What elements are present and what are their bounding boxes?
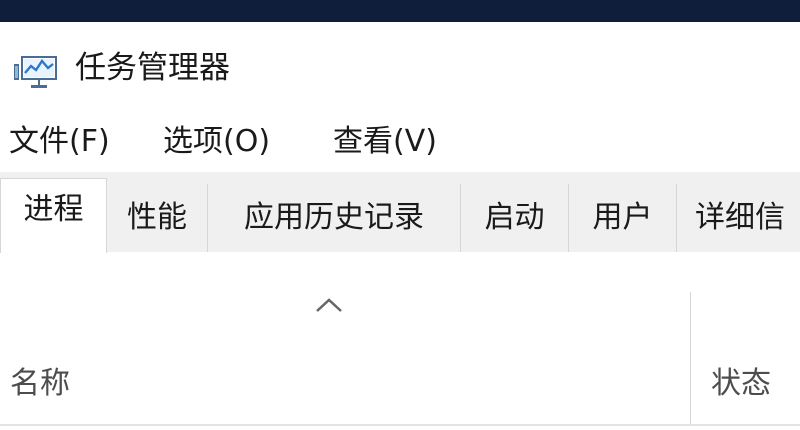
- tab-strip: 进程 性能 应用历史记录 启动 用户 详细信: [0, 172, 800, 253]
- window-title: 任务管理器: [75, 50, 230, 86]
- header-bottom-border: [0, 424, 800, 426]
- tab-app-history[interactable]: 应用历史记录: [208, 184, 461, 252]
- menu-options[interactable]: 选项(O): [163, 120, 270, 164]
- menu-view[interactable]: 查看(V): [333, 120, 437, 164]
- sort-ascending-icon[interactable]: [314, 296, 344, 314]
- tab-users[interactable]: 用户: [569, 184, 677, 252]
- tab-startup[interactable]: 启动: [461, 184, 569, 252]
- column-header-name[interactable]: 名称: [10, 362, 70, 406]
- column-header-status[interactable]: 状态: [711, 362, 771, 406]
- tab-processes[interactable]: 进程: [0, 178, 107, 253]
- process-table: 名称 状态: [0, 252, 800, 430]
- column-divider[interactable]: [690, 292, 691, 424]
- task-manager-icon: [14, 56, 57, 88]
- menu-bar: 文件(F) 选项(O) 查看(V): [0, 114, 800, 172]
- menu-file[interactable]: 文件(F): [9, 120, 110, 164]
- tab-details[interactable]: 详细信: [677, 184, 800, 252]
- title-bar: 任务管理器: [0, 22, 800, 114]
- top-window-strip: [0, 0, 800, 22]
- tab-performance[interactable]: 性能: [107, 184, 208, 252]
